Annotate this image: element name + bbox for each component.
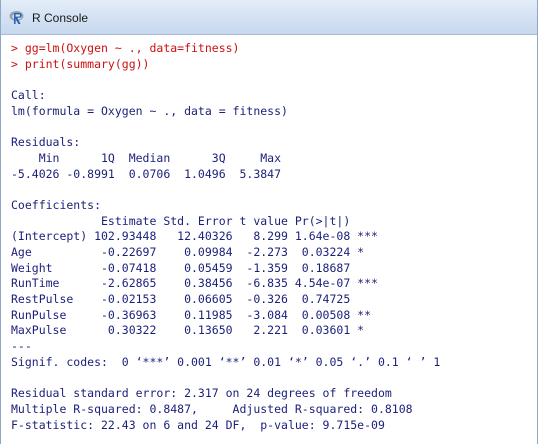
console-output-line: Estimate Std. Error t value Pr(>|t|)	[11, 213, 378, 228]
console-output-line: Residuals:	[11, 135, 81, 150]
console-output-line: ---	[11, 339, 32, 354]
console-output-line: -5.4026 -0.8991 0.0706 1.0496 5.3847	[11, 166, 288, 181]
console-output-line: Residual standard error: 2.317 on 24 deg…	[11, 386, 392, 401]
console-output-line: RestPulse -0.02153 0.06605 -0.326 0.7472…	[11, 292, 378, 306]
console-output-line: RunTime -2.62865 0.38456 -6.835 4.54e-07…	[11, 276, 378, 291]
console-output-line: MaxPulse 0.30322 0.13650 2.221 0.03601 *	[11, 323, 378, 338]
console-command-line: > gg=lm(Oxygen ~ ., data=fitness)	[11, 41, 240, 55]
r-console-window: R Console > gg=lm(Oxygen ~ ., data=fitne…	[0, 0, 538, 444]
console-output-line: Min 1Q Median 3Q Max	[11, 150, 288, 165]
console-output-line: (Intercept) 102.93448 12.40326 8.299 1.6…	[11, 229, 378, 244]
title-bar[interactable]: R Console	[1, 0, 537, 35]
console-output[interactable]: > gg=lm(Oxygen ~ ., data=fitness) > print…	[11, 41, 529, 444]
console-output-line: Weight -0.07418 0.05459 -1.359 0.18687	[11, 260, 378, 275]
console-output-line: Age -0.22697 0.09984 -2.273 0.03224 *	[11, 244, 378, 259]
console-command-line: > print(summary(gg))	[11, 56, 150, 71]
window-title: R Console	[32, 11, 89, 25]
console-output-line: Coefficients:	[11, 197, 102, 212]
console-output-line: Multiple R-squared: 0.8487, Adjusted R-s…	[11, 401, 420, 416]
console-output-line: Signif. codes: 0 ‘***’ 0.001 ‘**’ 0.01 ‘…	[11, 354, 448, 369]
console-output-line: F-statistic: 22.43 on 6 and 24 DF, p-val…	[11, 417, 392, 432]
console-output-line: lm(formula = Oxygen ~ ., data = fitness)	[11, 103, 288, 118]
r-logo-icon	[9, 9, 25, 25]
console-output-line: Call:	[11, 88, 46, 103]
console-output-line: RunPulse -0.36963 0.11985 -3.084 0.00508…	[11, 307, 378, 322]
